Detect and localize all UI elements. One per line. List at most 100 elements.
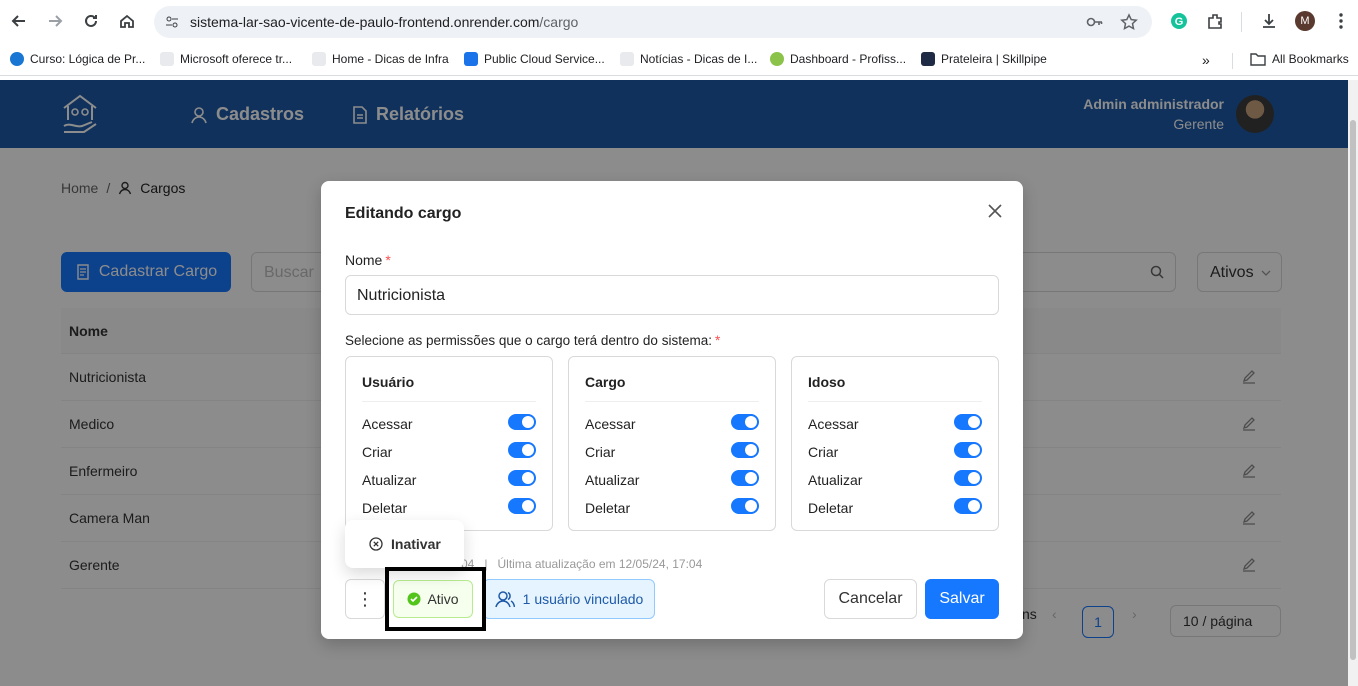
book-icon bbox=[921, 52, 935, 66]
permission-toggle[interactable] bbox=[731, 470, 759, 486]
page-icon bbox=[620, 52, 634, 66]
permission-row: Atualizar bbox=[585, 470, 759, 492]
bookmark-label: Prateleira | Skillpipe bbox=[941, 52, 1047, 66]
download-icon[interactable] bbox=[1258, 10, 1280, 32]
folder-icon bbox=[1250, 53, 1266, 66]
site-settings-icon[interactable] bbox=[164, 14, 180, 33]
permission-row: Acessar bbox=[362, 414, 536, 436]
divider bbox=[808, 401, 982, 402]
dashboard-icon bbox=[770, 52, 784, 66]
cloud-icon bbox=[10, 52, 24, 66]
bookmark-label: Public Cloud Service... bbox=[484, 52, 605, 66]
bookmark-item[interactable]: Prateleira | Skillpipe bbox=[921, 52, 1047, 66]
save-button[interactable]: Salvar bbox=[925, 579, 999, 619]
divider bbox=[362, 401, 536, 402]
permission-label: Deletar bbox=[362, 500, 408, 516]
home-icon[interactable] bbox=[116, 10, 138, 32]
users-icon bbox=[494, 591, 515, 608]
bookmark-item[interactable]: Public Cloud Service... bbox=[464, 52, 605, 66]
permission-label: Criar bbox=[362, 444, 393, 460]
permission-label: Deletar bbox=[808, 500, 854, 516]
updated-timestamp: Última atualização em 12/05/24, 17:04 bbox=[497, 557, 703, 571]
permission-toggle[interactable] bbox=[731, 414, 759, 430]
bookmark-label: Notícias - Dicas de I... bbox=[640, 52, 758, 66]
permission-row: Criar bbox=[585, 442, 759, 464]
permission-row: Deletar bbox=[808, 498, 982, 520]
scrollbar-thumb[interactable] bbox=[1350, 120, 1356, 660]
close-circle-icon bbox=[369, 537, 383, 551]
toolbar-divider bbox=[1241, 12, 1242, 32]
bookmark-label: Home - Dicas de Infra bbox=[332, 52, 449, 66]
cancel-button[interactable]: Cancelar bbox=[824, 579, 917, 619]
url-text: sistema-lar-sao-vicente-de-paulo-fronten… bbox=[190, 14, 579, 30]
more-vertical-icon: ⋮ bbox=[356, 588, 374, 609]
back-icon[interactable] bbox=[8, 10, 30, 32]
permission-toggle[interactable] bbox=[954, 442, 982, 458]
permission-toggle[interactable] bbox=[508, 470, 536, 486]
bookmark-item[interactable]: Home - Dicas de Infra bbox=[312, 52, 449, 66]
cloud-service-icon bbox=[464, 52, 478, 66]
permission-row: Atualizar bbox=[362, 470, 536, 492]
profile-initial: M bbox=[1295, 11, 1315, 31]
permission-label: Atualizar bbox=[585, 472, 640, 488]
bookmark-item[interactable]: Dashboard - Profiss... bbox=[770, 52, 906, 66]
browser-toolbar: sistema-lar-sao-vicente-de-paulo-fronten… bbox=[0, 0, 1358, 44]
timestamps: 7:04|Última atualização em 12/05/24, 17:… bbox=[451, 557, 702, 571]
linked-users-button[interactable]: 1 usuário vinculado bbox=[483, 579, 655, 619]
permission-toggle[interactable] bbox=[508, 442, 536, 458]
page-icon bbox=[312, 52, 326, 66]
permission-row: Acessar bbox=[585, 414, 759, 436]
permission-card-usuario: Usuário Acessar Criar Atualizar Deletar bbox=[345, 356, 553, 531]
permission-label: Atualizar bbox=[362, 472, 417, 488]
permission-toggle[interactable] bbox=[731, 498, 759, 514]
bookmark-item[interactable]: Notícias - Dicas de I... bbox=[620, 52, 757, 66]
permission-card-title: Usuário bbox=[362, 374, 415, 390]
permissions-label: Selecione as permissões que o cargo terá… bbox=[345, 333, 721, 348]
page-icon bbox=[160, 52, 174, 66]
forward-icon[interactable] bbox=[44, 10, 66, 32]
address-bar[interactable]: sistema-lar-sao-vicente-de-paulo-fronten… bbox=[154, 6, 1152, 38]
permission-toggle[interactable] bbox=[954, 498, 982, 514]
bookmark-label: Microsoft oferece tr... bbox=[180, 52, 293, 66]
all-bookmarks[interactable]: All Bookmarks bbox=[1250, 52, 1349, 66]
close-icon[interactable] bbox=[985, 201, 1005, 221]
permission-row: Criar bbox=[362, 442, 536, 464]
highlight-box bbox=[385, 567, 486, 631]
permission-card-title: Cargo bbox=[585, 374, 626, 390]
permission-row: Deletar bbox=[362, 498, 536, 520]
permission-toggle[interactable] bbox=[508, 498, 536, 514]
svg-text:G: G bbox=[1175, 16, 1184, 28]
inativar-menu-item[interactable]: Inativar bbox=[391, 536, 441, 552]
grammarly-icon[interactable]: G bbox=[1168, 10, 1190, 32]
name-label: Nome * bbox=[345, 252, 391, 268]
linked-users-label: 1 usuário vinculado bbox=[522, 591, 644, 607]
permission-row: Acessar bbox=[808, 414, 982, 436]
profile-avatar[interactable]: M bbox=[1294, 10, 1316, 32]
key-icon[interactable] bbox=[1086, 14, 1104, 33]
permission-label: Atualizar bbox=[808, 472, 863, 488]
bookmark-label: Curso: Lógica de Pr... bbox=[30, 52, 146, 66]
star-icon[interactable] bbox=[1120, 13, 1138, 34]
bookmark-item[interactable]: Curso: Lógica de Pr... bbox=[10, 52, 145, 66]
permission-row: Deletar bbox=[585, 498, 759, 520]
permission-card-idoso: Idoso Acessar Criar Atualizar Deletar bbox=[791, 356, 999, 531]
extensions-icon[interactable] bbox=[1204, 10, 1226, 32]
permission-toggle[interactable] bbox=[954, 414, 982, 430]
menu-icon[interactable] bbox=[1330, 10, 1352, 32]
reload-icon[interactable] bbox=[80, 10, 102, 32]
permission-label: Acessar bbox=[808, 416, 859, 432]
modal-title: Editando cargo bbox=[345, 205, 462, 222]
bookmark-divider bbox=[1232, 53, 1233, 69]
name-field[interactable]: Nutricionista bbox=[345, 275, 999, 315]
bookmarks-bar: Curso: Lógica de Pr... Microsoft oferece… bbox=[0, 44, 1358, 76]
bookmarks-overflow[interactable]: » bbox=[1202, 52, 1210, 68]
permission-toggle[interactable] bbox=[954, 470, 982, 486]
permission-label: Acessar bbox=[585, 416, 636, 432]
bookmark-item[interactable]: Microsoft oferece tr... bbox=[160, 52, 292, 66]
divider bbox=[585, 401, 759, 402]
permission-label: Acessar bbox=[362, 416, 413, 432]
more-options-dropdown[interactable]: Inativar bbox=[345, 520, 464, 568]
permission-toggle[interactable] bbox=[731, 442, 759, 458]
more-options-button[interactable]: ⋮ bbox=[345, 579, 385, 619]
permission-toggle[interactable] bbox=[508, 414, 536, 430]
